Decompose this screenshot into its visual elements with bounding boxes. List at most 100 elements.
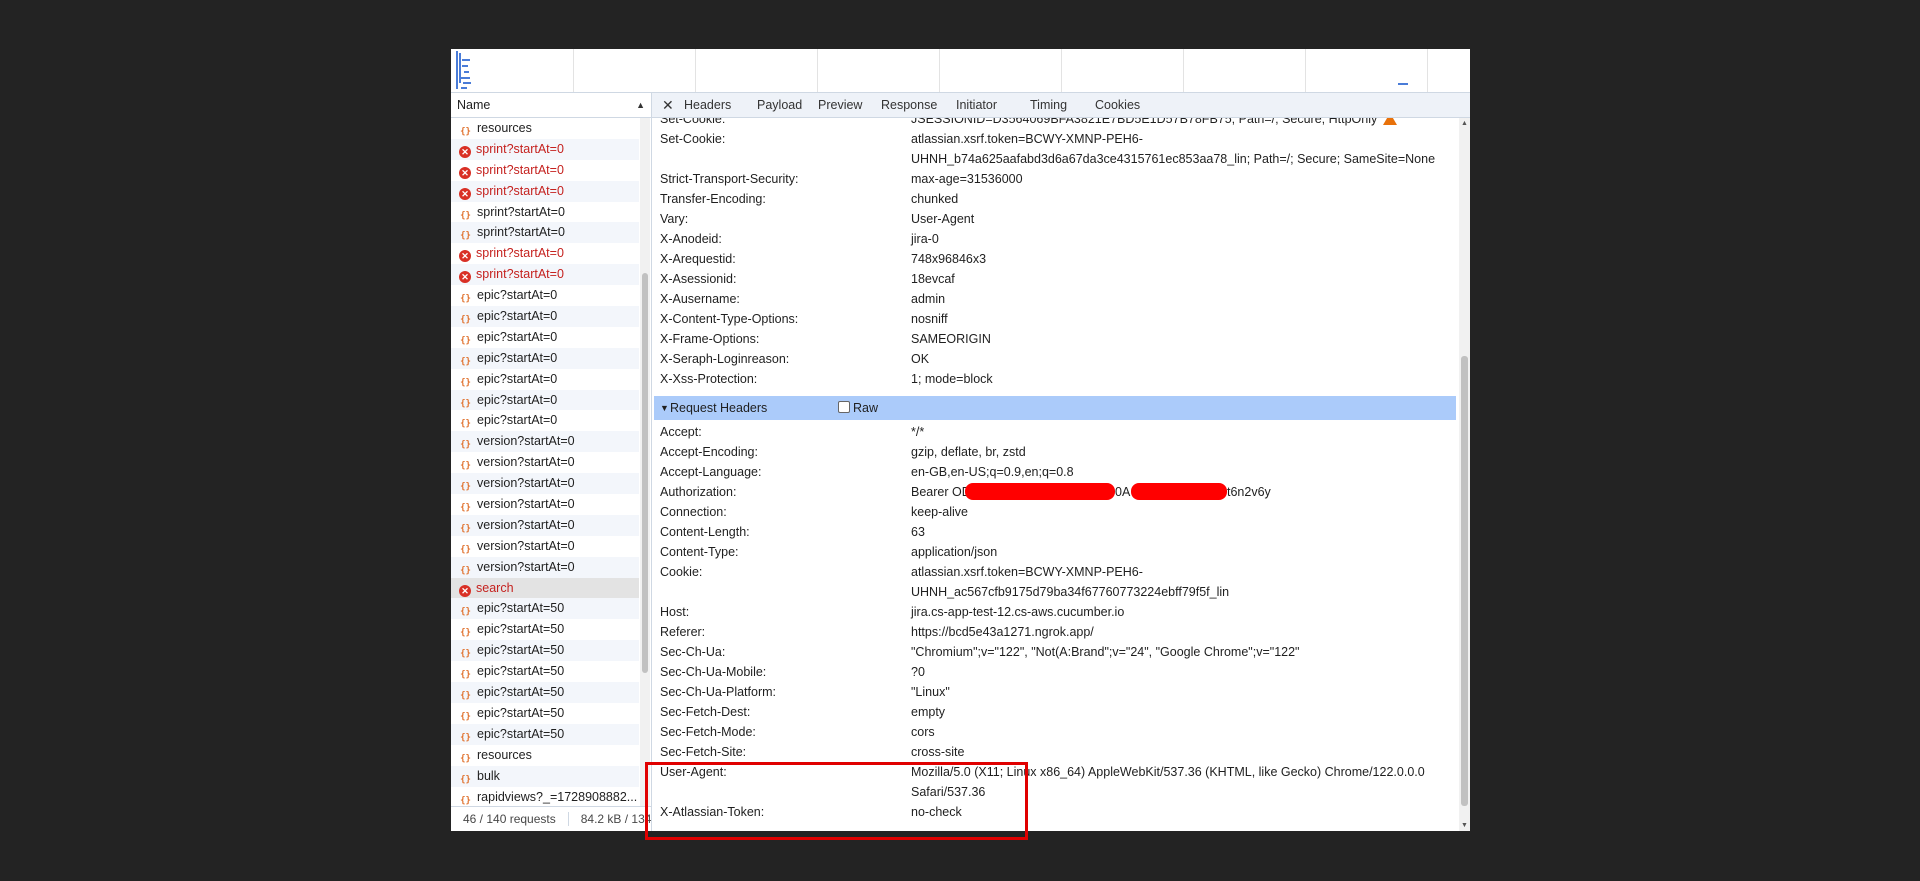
tab-response[interactable]: Response <box>881 93 937 117</box>
header-row: Cookie: atlassian.xsrf.token=BCWY-XMNP-PE… <box>660 562 1450 582</box>
header-row: X-Asessionid: 18evcaf <box>660 269 1450 289</box>
scroll-up-icon[interactable]: ▲ <box>1461 120 1468 127</box>
request-list-scrollbar-thumb[interactable] <box>642 273 648 673</box>
request-row[interactable]: {} resources <box>451 745 639 766</box>
timeline-gridline <box>695 49 696 92</box>
network-overview-timeline[interactable] <box>451 49 1470 93</box>
request-row[interactable]: ✕ sprint?startAt=0 <box>451 160 639 181</box>
json-file-icon: {} <box>460 544 471 555</box>
tab-payload[interactable]: Payload <box>757 93 802 117</box>
request-name: resources <box>477 121 532 135</box>
request-count: 46 / 140 requests <box>463 812 556 826</box>
request-name: epic?startAt=50 <box>477 685 565 700</box>
header-value-text: UHNH_ac567cfb9175d79ba34f67760773224ebff… <box>911 585 1230 599</box>
request-row[interactable]: {} epic?startAt=50 <box>451 640 639 662</box>
header-row: Sec-Fetch-Dest: empty <box>660 702 1450 722</box>
name-column-header[interactable]: Name ▲ <box>451 93 651 118</box>
request-row[interactable]: {} version?startAt=0 <box>451 452 639 473</box>
header-row: Accept: */* <box>660 422 1450 442</box>
request-row[interactable]: {} epic?startAt=0 <box>451 306 639 327</box>
header-value-text: OK <box>911 352 930 366</box>
json-file-icon: {} <box>460 377 471 388</box>
header-name: Strict-Transport-Security: <box>660 172 799 186</box>
request-name: epic?startAt=0 <box>477 309 558 324</box>
request-row[interactable]: {} version?startAt=0 <box>451 473 639 495</box>
header-value: "Linux" <box>911 682 950 702</box>
request-row[interactable]: {} epic?startAt=50 <box>451 598 639 620</box>
request-row[interactable]: {} epic?startAt=0 <box>451 369 639 390</box>
json-file-icon: {} <box>460 419 471 430</box>
section-expand-triangle-icon[interactable]: ▼ <box>660 396 669 420</box>
request-name: epic?startAt=50 <box>477 705 565 720</box>
close-icon[interactable]: ✕ <box>662 93 674 117</box>
request-row[interactable]: {} version?startAt=0 <box>451 556 639 578</box>
header-name: Connection: <box>660 505 727 519</box>
tab-preview[interactable]: Preview <box>818 93 862 117</box>
request-row[interactable]: ✕ sprint?startAt=0 <box>451 180 639 202</box>
request-row[interactable]: {} sprint?startAt=0 <box>451 202 639 223</box>
request-row[interactable]: ✕ sprint?startAt=0 <box>451 264 639 286</box>
header-value-text: UHNH_b74a625aafabd3d6a67da3ce4315761ec85… <box>911 152 1436 166</box>
request-row[interactable]: {} epic?startAt=50 <box>451 703 639 724</box>
request-row[interactable]: ✕ sprint?startAt=0 <box>451 243 639 264</box>
header-value-text: cors <box>911 725 935 739</box>
header-value: 63 <box>911 522 925 542</box>
json-file-icon: {} <box>460 356 471 367</box>
request-row[interactable]: {} epic?startAt=0 <box>451 285 639 306</box>
request-headers-section[interactable]: ▼ Request Headers Raw <box>654 396 1456 420</box>
header-name: Sec-Fetch-Dest: <box>660 705 751 719</box>
request-name: epic?startAt=50 <box>477 664 565 679</box>
request-row[interactable]: {} version?startAt=0 <box>451 431 639 453</box>
request-list-scrollbar[interactable] <box>640 118 650 808</box>
request-row[interactable]: ✕ search <box>451 577 639 599</box>
section-title: Request Headers <box>670 401 768 415</box>
json-file-icon: {} <box>460 649 471 660</box>
timeline-gridline <box>939 49 940 92</box>
request-row[interactable]: {} resources <box>451 118 639 139</box>
tab-initiator[interactable]: Initiator <box>956 93 997 117</box>
request-row[interactable]: {} epic?startAt=50 <box>451 661 639 682</box>
json-file-icon: {} <box>460 503 471 514</box>
headers-scrollbar-thumb[interactable] <box>1461 356 1468 806</box>
header-name: Host: <box>660 605 690 619</box>
header-value-text: application/json <box>911 545 998 559</box>
header-row: X-Content-Type-Options: nosniff <box>660 309 1450 329</box>
request-details-panel: ✕ Headers Payload Preview Response Initi… <box>652 93 1470 831</box>
request-row[interactable]: {} rapidviews?_=1728908882... <box>451 787 639 808</box>
header-value: atlassian.xsrf.token=BCWY-XMNP-PEH6- <box>911 562 1143 582</box>
tab-timing[interactable]: Timing <box>1030 93 1067 117</box>
request-row[interactable]: {} version?startAt=0 <box>451 536 639 557</box>
raw-checkbox[interactable] <box>838 401 850 413</box>
header-row: Host: jira.cs-app-test-12.cs-aws.cucumber… <box>660 602 1450 622</box>
network-status-bar: 46 / 140 requests 84.2 kB / 134 <box>451 806 651 831</box>
header-name: Sec-Ch-Ua-Mobile: <box>660 665 767 679</box>
request-row[interactable]: {} epic?startAt=50 <box>451 619 639 640</box>
request-row[interactable]: {} epic?startAt=0 <box>451 389 639 411</box>
request-row[interactable]: {} epic?startAt=0 <box>451 327 639 348</box>
header-value-text: User-Agent <box>911 212 975 226</box>
request-row[interactable]: {} epic?startAt=0 <box>451 347 639 369</box>
json-file-icon: {} <box>460 440 471 451</box>
header-value-text: */* <box>911 425 925 439</box>
request-row[interactable]: ✕ sprint?startAt=0 <box>451 138 639 160</box>
request-row[interactable]: {} version?startAt=0 <box>451 494 639 515</box>
header-name: Accept: <box>660 425 702 439</box>
request-row[interactable]: {} version?startAt=0 <box>451 514 639 536</box>
request-row[interactable]: {} epic?startAt=50 <box>451 723 639 745</box>
raw-toggle[interactable]: Raw <box>838 396 878 420</box>
request-row[interactable]: {} bulk <box>451 765 639 787</box>
request-name: sprint?startAt=0 <box>477 225 565 240</box>
tab-cookies[interactable]: Cookies <box>1095 93 1140 117</box>
header-value-prefix: Bearer OD <box>911 485 971 499</box>
header-value: application/json <box>911 542 997 562</box>
headers-scrollbar[interactable]: ▲ ▼ <box>1459 118 1470 831</box>
request-name: version?startAt=0 <box>477 559 575 574</box>
request-row[interactable]: {} epic?startAt=0 <box>451 410 639 431</box>
request-name: epic?startAt=0 <box>477 413 558 428</box>
request-row[interactable]: {} epic?startAt=50 <box>451 682 639 703</box>
tab-headers[interactable]: Headers <box>684 93 731 117</box>
header-value-text: jira-0 <box>911 232 939 246</box>
error-icon: ✕ <box>459 250 471 263</box>
request-row[interactable]: {} sprint?startAt=0 <box>451 222 639 244</box>
scroll-down-icon[interactable]: ▼ <box>1461 822 1468 829</box>
